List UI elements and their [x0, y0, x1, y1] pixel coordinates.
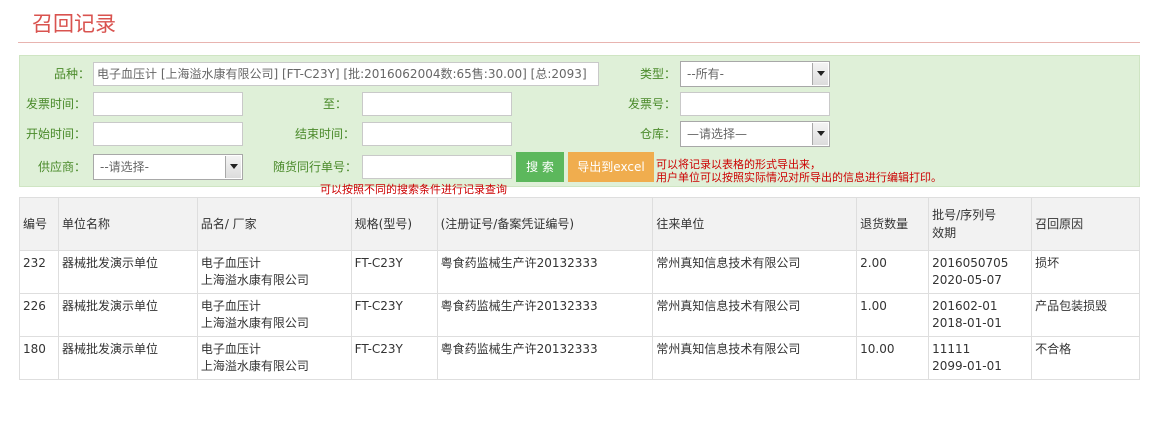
cell-batch-no: 11111	[932, 342, 971, 356]
invoice-no-label: 发票号：	[627, 97, 676, 111]
invoice-time-input[interactable]	[93, 92, 243, 116]
cell-expiry: 2018-01-01	[932, 316, 1002, 330]
col-header-qty: 退货数量	[856, 197, 930, 251]
cell-batch-no: 2016050705	[932, 256, 1009, 270]
cell-partner: 常州真知信息技术有限公司	[652, 250, 858, 294]
col-header-batch: 批号/序列号 效期	[928, 197, 1033, 251]
page-title: 召回记录	[32, 12, 116, 36]
cell-id: 226	[19, 293, 59, 337]
cell-partner: 常州真知信息技术有限公司	[652, 293, 858, 337]
product-label: 品种：	[53, 67, 90, 81]
table-row: 226 器械批发演示单位 电子血压计 上海溢水康有限公司 FT-C23Y 粤食药…	[19, 293, 1140, 337]
cell-product-name: 电子血压计	[200, 342, 261, 356]
warehouse-select-value: —请选择—	[687, 127, 748, 141]
search-hint: 可以按照不同的搜索条件进行记录查询	[320, 183, 507, 196]
export-hint-line-1: 可以将记录以表格的形式导出来，	[656, 158, 821, 171]
cell-spec: FT-C23Y	[350, 336, 438, 380]
table-row: 180 器械批发演示单位 电子血压计 上海溢水康有限公司 FT-C23Y 粤食药…	[19, 336, 1140, 380]
cell-partner: 常州真知信息技术有限公司	[652, 336, 858, 380]
cell-unit: 器械批发演示单位	[57, 250, 198, 294]
cell-expiry: 2020-05-07	[932, 273, 1002, 287]
search-button[interactable]: 搜 索	[516, 152, 564, 182]
cell-product-maker: 上海溢水康有限公司	[200, 273, 309, 287]
invoice-time-label: 发票时间：	[25, 97, 86, 111]
cell-unit: 器械批发演示单位	[57, 336, 198, 380]
cell-qty: 1.00	[856, 293, 930, 337]
cell-batch: 11111 2099-01-01	[928, 336, 1033, 380]
cell-id: 180	[19, 336, 59, 380]
table-header-row: 编号 单位名称 品名/ 厂家 规格(型号) (注册证号/备案凭证编号) 往来单位…	[19, 197, 1140, 251]
export-hint-line-2: 用户单位可以按照实际情况对所导出的信息进行编辑打印。	[656, 171, 942, 184]
warehouse-select[interactable]: —请选择—	[680, 121, 830, 147]
cell-product-maker: 上海溢水康有限公司	[200, 359, 309, 373]
col-header-product: 品名/ 厂家	[196, 197, 352, 251]
cell-reason: 不合格	[1031, 336, 1140, 380]
cell-product: 电子血压计 上海溢水康有限公司	[196, 293, 352, 337]
title-divider	[18, 42, 1140, 43]
export-excel-button[interactable]: 导出到excel	[568, 152, 654, 182]
start-time-label: 开始时间：	[25, 127, 86, 141]
chevron-down-icon	[812, 123, 828, 145]
end-time-label: 结束时间：	[294, 127, 355, 141]
type-label: 类型：	[639, 67, 676, 81]
cell-qty: 10.00	[856, 336, 930, 380]
cell-product-maker: 上海溢水康有限公司	[200, 316, 309, 330]
cell-batch-no: 201602-01	[932, 299, 998, 313]
cell-license: 粤食药监械生产许20132333	[436, 293, 654, 337]
product-field[interactable]: 电子血压计 [上海溢水康有限公司] [FT-C23Y] [批:201606200…	[93, 62, 599, 86]
col-header-spec: 规格(型号)	[350, 197, 438, 251]
cell-reason: 产品包装损毁	[1031, 293, 1140, 337]
cell-batch: 2016050705 2020-05-07	[928, 250, 1033, 294]
table-row: 232 器械批发演示单位 电子血压计 上海溢水康有限公司 FT-C23Y 粤食药…	[19, 250, 1140, 294]
col-header-reason: 召回原因	[1031, 197, 1140, 251]
col-header-license: (注册证号/备案凭证编号)	[436, 197, 654, 251]
cell-expiry: 2099-01-01	[932, 359, 1002, 373]
supplier-select-value: --请选择-	[100, 160, 149, 174]
cell-license: 粤食药监械生产许20132333	[436, 250, 654, 294]
type-select-value: --所有-	[687, 67, 724, 81]
cell-license: 粤食药监械生产许20132333	[436, 336, 654, 380]
start-time-input[interactable]	[93, 122, 243, 146]
chevron-down-icon	[225, 156, 241, 178]
supplier-label: 供应商：	[37, 160, 86, 174]
cell-product-name: 电子血压计	[200, 299, 261, 313]
col-header-partner: 往来单位	[652, 197, 858, 251]
chevron-down-icon	[812, 63, 828, 85]
cell-batch: 201602-01 2018-01-01	[928, 293, 1033, 337]
type-select[interactable]: --所有-	[680, 61, 830, 87]
cell-reason: 损坏	[1031, 250, 1140, 294]
waybill-label: 随货同行单号：	[272, 160, 357, 174]
invoice-no-input[interactable]	[680, 92, 830, 116]
waybill-input[interactable]	[362, 155, 512, 179]
warehouse-label: 仓库：	[639, 127, 676, 141]
col-header-id: 编号	[19, 197, 59, 251]
cell-product-name: 电子血压计	[200, 256, 261, 270]
cell-product: 电子血压计 上海溢水康有限公司	[196, 250, 352, 294]
cell-qty: 2.00	[856, 250, 930, 294]
col-header-batch-line-2: 效期	[932, 226, 957, 240]
supplier-select[interactable]: --请选择-	[93, 154, 243, 180]
end-time-input[interactable]	[362, 122, 512, 146]
cell-unit: 器械批发演示单位	[57, 293, 198, 337]
cell-product: 电子血压计 上海溢水康有限公司	[196, 336, 352, 380]
to-input[interactable]	[362, 92, 512, 116]
recall-records-table: 编号 单位名称 品名/ 厂家 规格(型号) (注册证号/备案凭证编号) 往来单位…	[19, 197, 1140, 380]
to-label: 至：	[322, 97, 347, 111]
col-header-batch-line-1: 批号/序列号	[932, 208, 997, 222]
cell-spec: FT-C23Y	[350, 293, 438, 337]
col-header-unit: 单位名称	[57, 197, 198, 251]
cell-id: 232	[19, 250, 59, 294]
cell-spec: FT-C23Y	[350, 250, 438, 294]
